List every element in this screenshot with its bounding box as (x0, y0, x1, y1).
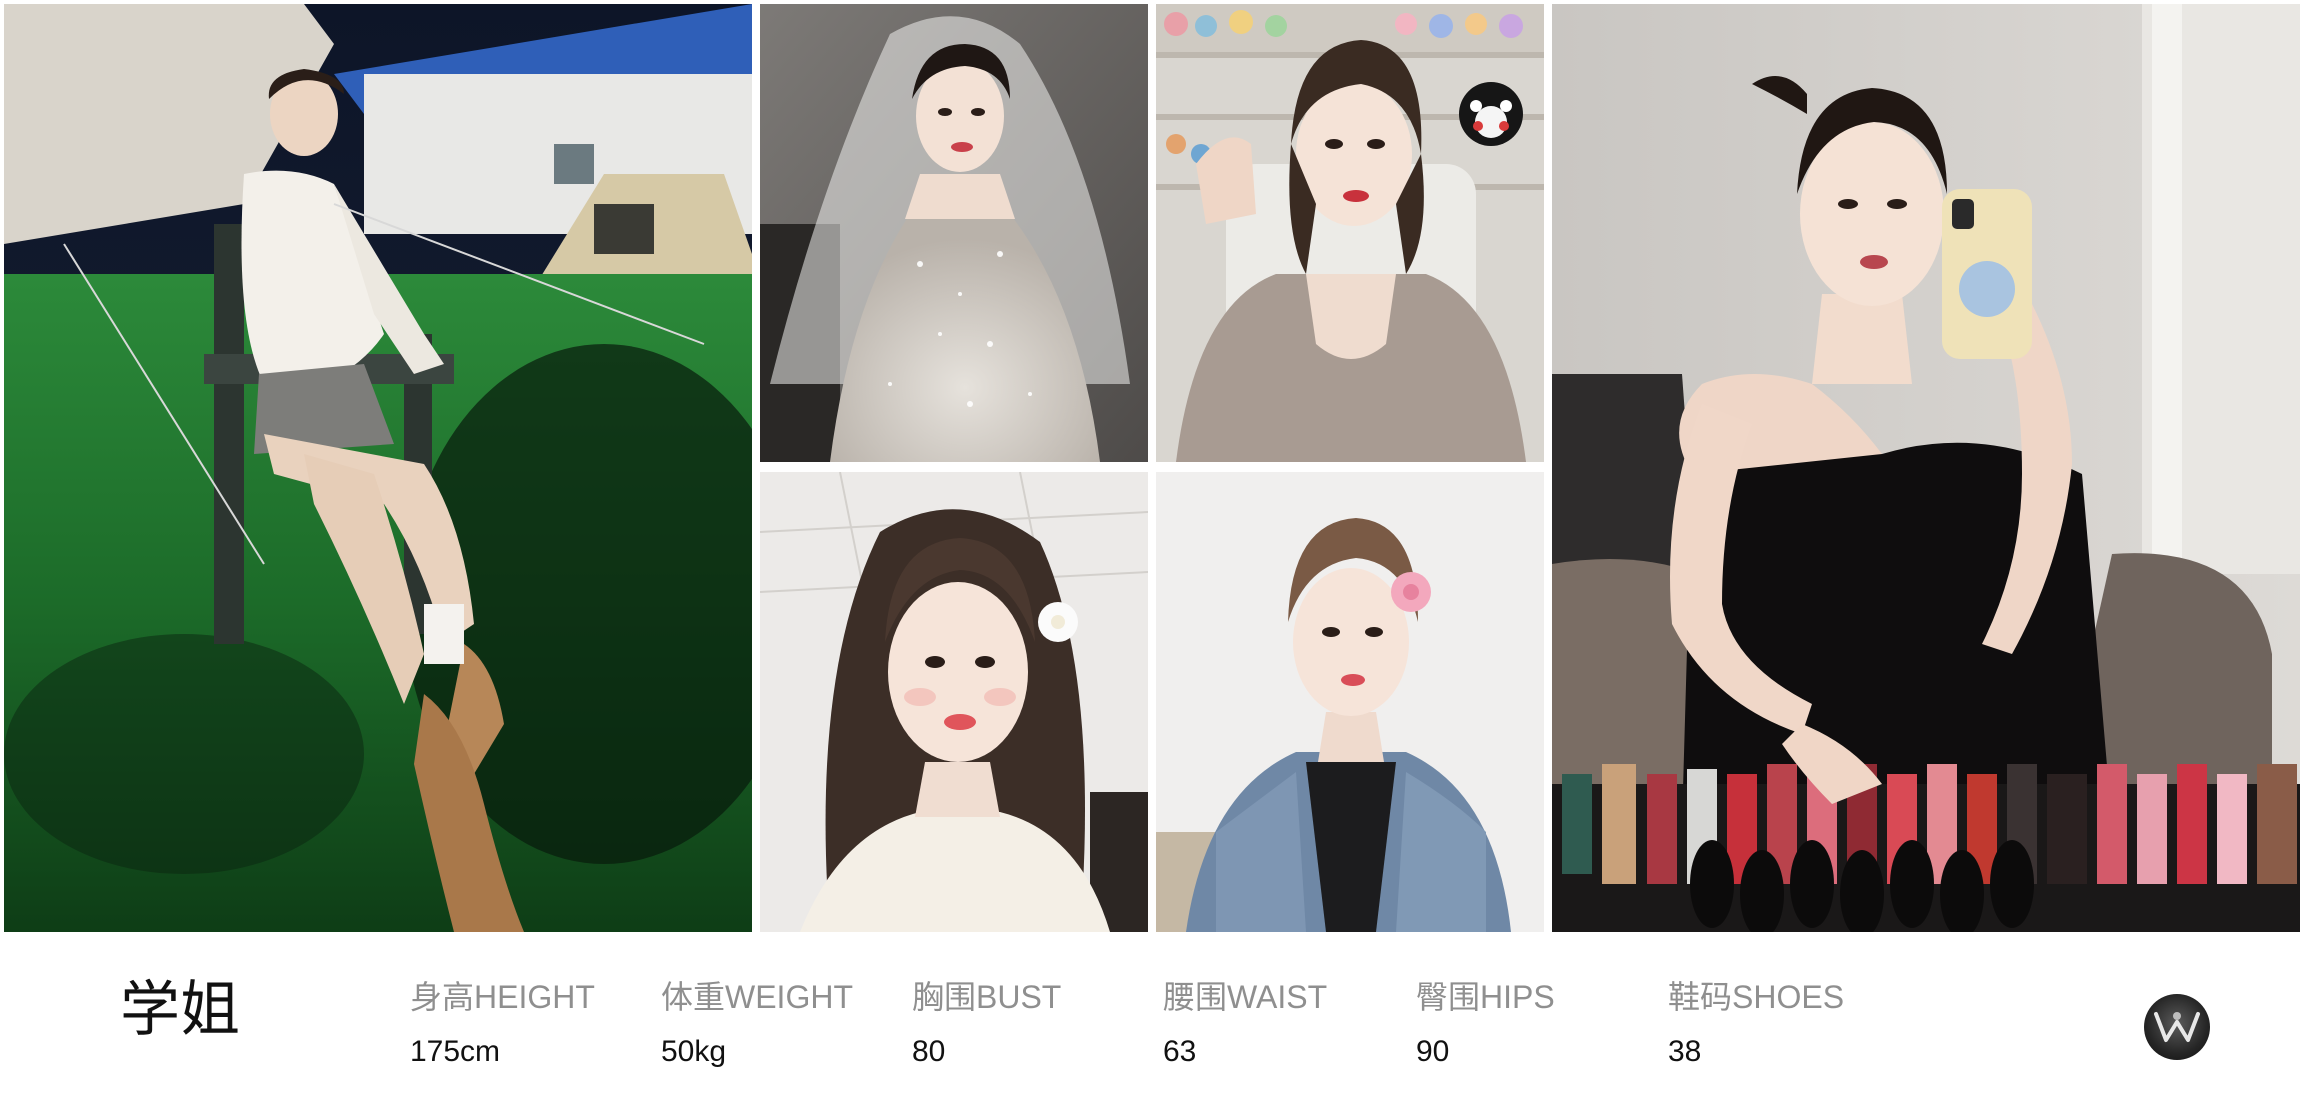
photo-selfie-figurines[interactable] (1156, 4, 1544, 462)
stat-height: 身高HEIGHT 175cm (410, 978, 595, 1070)
model-name: 学姐 (120, 975, 240, 1045)
stat-hips-value: 90 (1416, 1035, 1450, 1069)
photo-denim-jacket[interactable] (1156, 472, 1544, 932)
photo-bridal-veil[interactable] (760, 4, 1148, 462)
stat-shoes-label: 鞋码SHOES (1668, 979, 1845, 1015)
stat-waist-label: 腰围WAIST (1163, 979, 1328, 1015)
stat-hips-label: 臀围HIPS (1416, 979, 1555, 1015)
stat-waist-value: 63 (1163, 1035, 1197, 1069)
photo-selfie-figurines-image (1156, 4, 1544, 462)
photo-selfie-white-flower-image (760, 472, 1148, 932)
stat-weight-label: 体重WEIGHT (661, 979, 853, 1015)
stat-hips: 臀围HIPS 90 (1416, 978, 1555, 1070)
photo-mirror-selfie[interactable] (1552, 4, 2300, 932)
brand-logo-icon[interactable] (2144, 994, 2210, 1060)
model-card: 学姐 身高HEIGHT 175cm 体重WEIGHT 50kg 胸围BUST 8… (0, 0, 2304, 1116)
photo-denim-jacket-image (1156, 472, 1544, 932)
photo-bridal-veil-image (760, 4, 1148, 462)
model-stats-bar: 学姐 身高HEIGHT 175cm 体重WEIGHT 50kg 胸围BUST 8… (0, 932, 2304, 1116)
stat-bust-value: 80 (912, 1035, 946, 1069)
stat-shoes-value: 38 (1668, 1035, 1702, 1069)
stat-weight: 体重WEIGHT 50kg (661, 978, 853, 1070)
photo-mirror-selfie-image (1552, 4, 2300, 932)
stat-height-label: 身高HEIGHT (410, 979, 595, 1015)
stat-shoes: 鞋码SHOES 38 (1668, 978, 1844, 1070)
stat-bust-label: 胸围BUST (912, 979, 1062, 1015)
stat-waist: 腰围WAIST 63 (1163, 978, 1327, 1070)
photo-outdoor-chair-image (4, 4, 752, 932)
stat-height-value: 175cm (410, 1035, 501, 1069)
photo-selfie-white-flower[interactable] (760, 472, 1148, 932)
photo-outdoor-chair[interactable] (4, 4, 752, 932)
stat-weight-value: 50kg (661, 1035, 727, 1069)
brand-logo-icon-graphic (2154, 1012, 2200, 1042)
stat-bust: 胸围BUST 80 (912, 978, 1061, 1070)
